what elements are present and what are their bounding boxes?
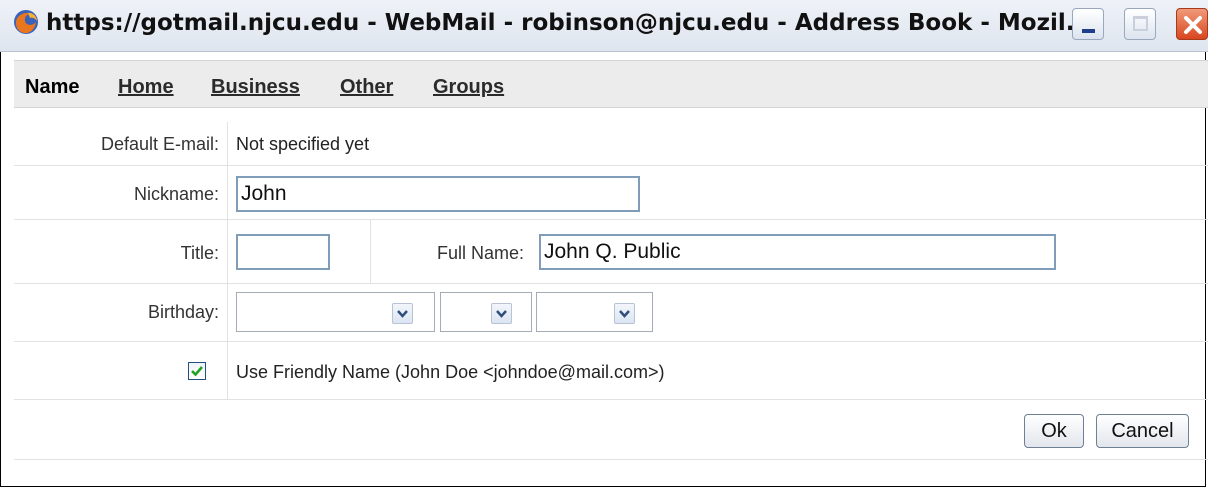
friendly-name-checkbox[interactable] [188,362,206,380]
ok-button[interactable]: Ok [1024,414,1084,448]
birthday-year-select[interactable] [536,292,653,332]
checkmark-icon [191,366,203,377]
birthday-month-select[interactable] [236,292,435,332]
chevron-down-icon [614,303,635,324]
title-label: Title: [180,243,219,263]
fullname-input[interactable]: John Q. Public [539,234,1056,270]
nickname-input[interactable]: John [236,176,640,212]
close-icon [1184,16,1202,34]
tab-bar: Name Home Business Other Groups [14,60,1208,108]
minimize-button[interactable] [1072,8,1104,40]
fullname-label: Full Name: [436,243,524,263]
tab-home[interactable]: Home [118,76,174,99]
tab-other[interactable]: Other [340,76,393,99]
firefox-icon [14,10,38,34]
birthday-label: Birthday: [147,302,219,322]
default-email-label: Default E-mail: [100,134,219,154]
birthday-day-select[interactable] [440,292,532,332]
maximize-icon [1133,16,1148,31]
title-input[interactable] [236,234,330,270]
close-button[interactable] [1176,8,1208,40]
chevron-down-icon [491,303,512,324]
tab-name[interactable]: Name [25,76,79,99]
default-email-value: Not specified yet [236,134,370,154]
cancel-button[interactable]: Cancel [1096,414,1189,448]
friendly-name-label: Use Friendly Name (John Doe <johndoe@mai… [236,362,665,382]
chevron-down-icon [392,303,413,324]
tab-groups[interactable]: Groups [433,76,504,99]
nickname-label: Nickname: [133,184,219,204]
title-bar: https://gotmail.njcu.edu - WebMail - rob… [0,0,1208,52]
window-title: https://gotmail.njcu.edu - WebMail - rob… [46,10,1092,36]
minimize-icon [1082,29,1095,33]
tab-business[interactable]: Business [211,76,300,99]
maximize-button[interactable] [1124,8,1156,40]
column-divider [227,122,228,400]
column-divider [370,220,371,284]
